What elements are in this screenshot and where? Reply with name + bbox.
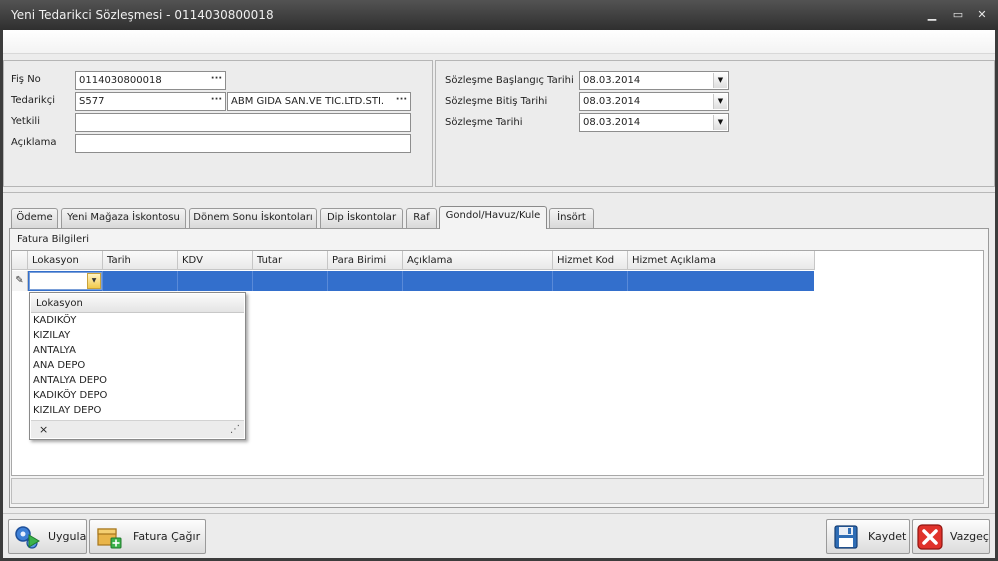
bitis-label: Sözleşme Bitiş Tarihi xyxy=(445,96,548,107)
grid-col-para-birimi[interactable]: Para Birimi xyxy=(328,251,403,270)
uygula-button[interactable]: Uygula xyxy=(8,519,87,554)
vazgec-button[interactable]: Vazgeç xyxy=(912,519,990,554)
tedarikci-code-value: S577 xyxy=(79,96,105,107)
list-item[interactable]: KIZILAY DEPO xyxy=(33,403,101,418)
list-item[interactable]: KADIKÖY xyxy=(33,313,76,328)
cell-divider xyxy=(252,271,253,291)
tedarikci-code-field[interactable]: S577 ··· xyxy=(75,92,226,111)
cell-divider xyxy=(402,271,403,291)
yetkili-field[interactable] xyxy=(75,113,411,132)
tab-raf[interactable]: Raf xyxy=(406,208,437,228)
kaydet-button[interactable]: Kaydet xyxy=(826,519,910,554)
section-title-fatura-bilgileri: Fatura Bilgileri xyxy=(17,234,90,245)
section-divider xyxy=(3,192,995,193)
baslangic-label: Sözleşme Başlangıç Tarihi xyxy=(445,75,574,86)
cell-divider xyxy=(552,271,553,291)
gears-icon xyxy=(15,526,40,549)
chevron-down-icon[interactable]: ▼ xyxy=(713,115,727,130)
window-title: Yeni Tedarikci Sözleşmesi - 011403080001… xyxy=(11,8,274,22)
table-row[interactable] xyxy=(28,271,814,291)
fatura-cagir-button[interactable]: Fatura Çağır xyxy=(89,519,206,554)
lokasyon-dropdown-button[interactable]: ▼ xyxy=(87,273,101,289)
list-item[interactable]: KADIKÖY DEPO xyxy=(33,388,107,403)
grid-footer xyxy=(11,478,984,504)
button-bar-divider xyxy=(3,513,995,514)
list-item[interactable]: ANTALYA DEPO xyxy=(33,373,107,388)
cell-divider xyxy=(627,271,628,291)
tedarikci-code-ellipsis-button[interactable]: ··· xyxy=(208,93,225,110)
fis-no-label: Fiş No xyxy=(11,74,41,85)
grid-col-aciklama[interactable]: Açıklama xyxy=(403,251,553,270)
window-title-bar[interactable]: Yeni Tedarikci Sözleşmesi - 011403080001… xyxy=(0,0,998,30)
sozlesme-tarihi-value: 08.03.2014 xyxy=(583,117,641,128)
uygula-label: Uygula xyxy=(48,530,87,543)
tedarikci-label: Tedarikçi xyxy=(11,95,55,106)
tab-insort[interactable]: İnsört xyxy=(549,208,594,228)
tab-donem-sonu-iskontolari[interactable]: Dönem Sonu İskontoları xyxy=(189,208,317,228)
toolbar-strip xyxy=(3,30,995,54)
tab-yeni-magaza-iskontosu[interactable]: Yeni Mağaza İskontosu xyxy=(61,208,186,228)
row-edit-indicator-icon: ✎ xyxy=(12,271,28,291)
resize-grip-icon[interactable]: ⋰ xyxy=(230,421,240,438)
package-add-icon xyxy=(97,528,122,549)
sozlesme-tarihi-label: Sözleşme Tarihi xyxy=(445,117,523,128)
fatura-cagir-label: Fatura Çağır xyxy=(133,530,201,543)
cell-divider xyxy=(177,271,178,291)
aciklama-field[interactable] xyxy=(75,134,411,153)
vazgec-label: Vazgeç xyxy=(950,530,989,543)
grid-col-kdv[interactable]: KDV xyxy=(178,251,253,270)
chevron-down-icon[interactable]: ▼ xyxy=(713,94,727,109)
lookup-header: Lokasyon xyxy=(31,294,244,313)
sozlesme-tarihi-select[interactable]: 08.03.2014 ▼ xyxy=(579,113,729,132)
grid-col-hizmet-kod[interactable]: Hizmet Kod xyxy=(553,251,628,270)
bitis-date-select[interactable]: 08.03.2014 ▼ xyxy=(579,92,729,111)
grid-col-hizmet-aciklama[interactable]: Hizmet Açıklama xyxy=(628,251,815,270)
tab-dip-iskontolar[interactable]: Dip İskontolar xyxy=(320,208,403,228)
tedarikci-name-ellipsis-button[interactable]: ··· xyxy=(393,93,410,110)
chevron-down-icon[interactable]: ▼ xyxy=(713,73,727,88)
maximize-icon[interactable]: ▭ xyxy=(948,0,968,30)
save-disk-icon xyxy=(834,525,858,549)
baslangic-date-value: 08.03.2014 xyxy=(583,75,641,86)
lokasyon-lookup-popup[interactable]: Lokasyon KADIKÖY KIZILAY ANTALYA ANA DEP… xyxy=(29,292,246,440)
minimize-icon[interactable]: ▁ xyxy=(922,0,942,30)
tedarikci-name-field[interactable]: ABM GIDA SAN.VE TIC.LTD.STI. ··· xyxy=(227,92,411,111)
bitis-date-value: 08.03.2014 xyxy=(583,96,641,107)
grid-col-tutar[interactable]: Tutar xyxy=(253,251,328,270)
list-item[interactable]: KIZILAY xyxy=(33,328,70,343)
cell-divider xyxy=(327,271,328,291)
lookup-footer: × ⋰ xyxy=(31,420,244,438)
grid-indicator-header xyxy=(12,251,28,270)
fis-no-ellipsis-button[interactable]: ··· xyxy=(208,72,225,89)
kaydet-label: Kaydet xyxy=(868,530,907,543)
fis-no-field[interactable]: 0114030800018 ··· xyxy=(75,71,226,90)
yetkili-label: Yetkili xyxy=(11,116,40,127)
cell-divider xyxy=(102,271,103,291)
baslangic-date-select[interactable]: 08.03.2014 ▼ xyxy=(579,71,729,90)
clear-icon[interactable]: × xyxy=(39,421,48,438)
tab-gondol-havuz-kule[interactable]: Gondol/Havuz/Kule xyxy=(439,206,547,229)
aciklama-label: Açıklama xyxy=(11,137,57,148)
grid-col-tarih[interactable]: Tarih xyxy=(103,251,178,270)
list-item[interactable]: ANTALYA xyxy=(33,343,76,358)
list-item[interactable]: ANA DEPO xyxy=(33,358,85,373)
grid-col-lokasyon[interactable]: Lokasyon xyxy=(28,251,103,270)
cancel-icon xyxy=(917,524,943,550)
fis-no-value: 0114030800018 xyxy=(79,75,162,86)
close-icon[interactable]: ✕ xyxy=(972,0,992,30)
tedarikci-name-value: ABM GIDA SAN.VE TIC.LTD.STI. xyxy=(231,96,385,107)
tab-odeme[interactable]: Ödeme xyxy=(11,208,58,228)
